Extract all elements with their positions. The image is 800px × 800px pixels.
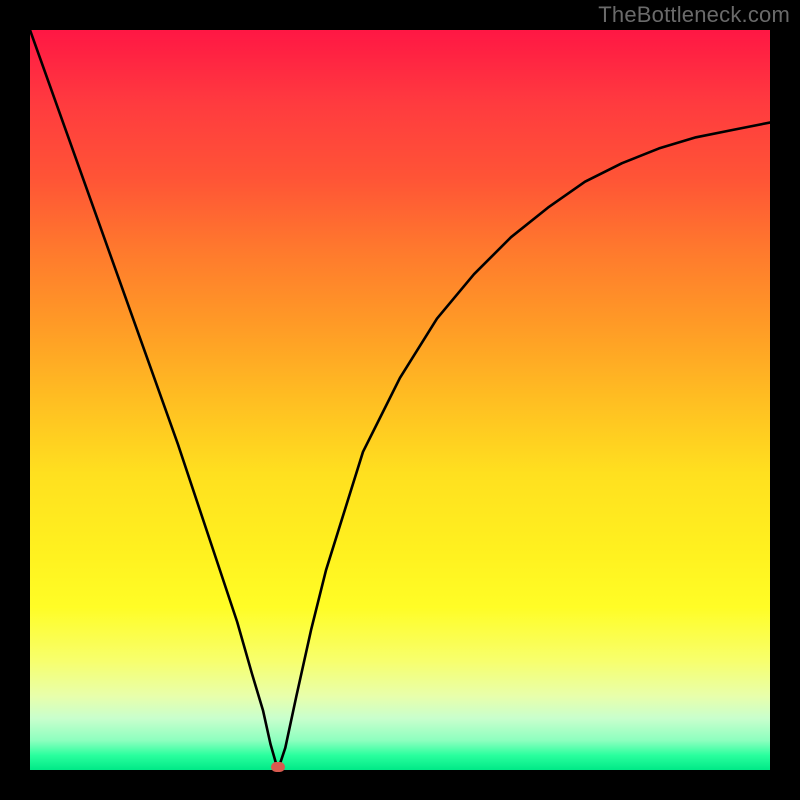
chart-svg [30,30,770,770]
watermark-text: TheBottleneck.com [598,2,790,28]
plot-area [30,30,770,770]
curve-path [30,30,770,770]
chart-frame: TheBottleneck.com [0,0,800,800]
minimum-marker [271,762,285,772]
